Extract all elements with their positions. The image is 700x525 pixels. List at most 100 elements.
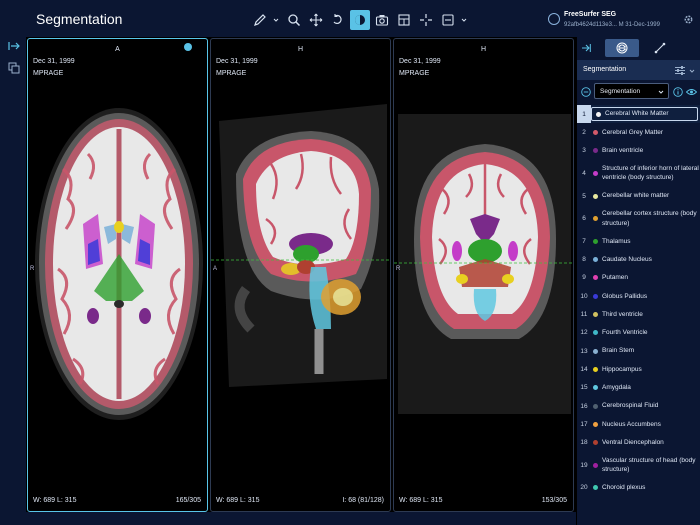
orientation-marker: R	[396, 266, 401, 272]
segment-color-swatch	[593, 238, 598, 244]
segment-color-swatch	[593, 312, 598, 318]
more-tools-dropdown-icon[interactable]	[460, 10, 468, 30]
chevron-down-icon[interactable]	[689, 68, 695, 74]
segment-row[interactable]: 19 Vascular structure of head (body struc…	[577, 452, 700, 479]
segmentation-select[interactable]: Segmentation	[594, 83, 669, 99]
segment-color-swatch	[593, 257, 598, 263]
segment-row[interactable]: 3 Brain ventricle	[577, 142, 700, 160]
segment-row[interactable]: 12 Fourth Ventricle	[577, 324, 700, 342]
segment-row[interactable]: 5 Cerebellar white matter	[577, 187, 700, 205]
study-info[interactable]: FreeSurfer SEG 92afb4624d113e3... M 31-D…	[548, 8, 676, 32]
more-tools-icon[interactable]	[438, 10, 458, 30]
layout-icon[interactable]	[394, 10, 414, 30]
segmentation-panel: Segmentation Segmentation 1 Cerebral Whit…	[577, 37, 700, 525]
segment-number: 17	[580, 420, 588, 428]
camera-icon[interactable]	[372, 10, 392, 30]
segment-label-box: Third ventricle	[591, 310, 643, 319]
pencil-dropdown-icon[interactable]	[272, 10, 280, 30]
segment-label-box: Cerebellar cortex structure (body struct…	[591, 209, 700, 228]
segment-number: 7	[582, 237, 586, 245]
segment-number: 14	[580, 365, 588, 373]
segment-number: 9	[582, 274, 586, 282]
left-toolbar	[0, 37, 26, 525]
measurement-tab-icon	[654, 42, 666, 54]
viewport-orientation-label: H	[480, 46, 487, 53]
segment-row[interactable]: 11 Third ventricle	[577, 305, 700, 323]
segmentation-header[interactable]: Segmentation	[577, 60, 700, 80]
segment-label-box: Fourth Ventricle	[591, 328, 648, 337]
segment-name: Cerebral Grey Matter	[602, 128, 664, 136]
tab-segmentation[interactable]	[605, 39, 639, 57]
segment-row[interactable]: 7 Thalamus	[577, 232, 700, 250]
segment-row[interactable]: 6 Cerebellar cortex structure (body struc…	[577, 205, 700, 232]
segment-row[interactable]: 16 Cerebrospinal Fluid	[577, 397, 700, 415]
segment-color-swatch	[593, 440, 598, 446]
crosshair-icon[interactable]	[416, 10, 436, 30]
segment-color-swatch	[593, 366, 598, 372]
orientation-marker: R	[30, 266, 35, 272]
segment-name: Brain ventricle	[602, 147, 644, 155]
segment-number: 10	[580, 292, 588, 300]
segment-row[interactable]: 4 Structure of inferior horn of lateral v…	[577, 160, 700, 187]
segment-row[interactable]: 18 Ventral Diencephalon	[577, 433, 700, 451]
segment-name: Brain Stem	[602, 347, 635, 355]
segment-color-swatch	[593, 216, 598, 222]
gear-icon[interactable]	[683, 14, 694, 25]
contrast-icon[interactable]	[350, 10, 370, 30]
segment-label-box: Cerebral Grey Matter	[591, 128, 663, 137]
segment-name: Cerebellar cortex structure (body struct…	[602, 210, 697, 227]
segment-row[interactable]: 10 Globus Pallidus	[577, 287, 700, 305]
segment-number: 18	[580, 439, 588, 447]
segment-label-box: Hippocampus	[591, 365, 642, 374]
settings-sliders-icon[interactable]	[675, 66, 685, 75]
segment-label-box: Brain ventricle	[591, 146, 643, 155]
rotate-icon[interactable]	[328, 10, 348, 30]
segment-row[interactable]: 1 Cerebral White Matter	[577, 105, 700, 124]
viewport-date: Dec 31, 1999	[216, 58, 258, 65]
slice-index: 165/305	[175, 497, 201, 504]
segment-label-box: Caudate Nucleus	[591, 255, 652, 264]
segment-row[interactable]: 20 Choroid plexus	[577, 479, 700, 497]
segment-name: Caudate Nucleus	[602, 255, 652, 263]
segment-number: 5	[582, 192, 586, 200]
viewport-axial[interactable]: A Dec 31, 1999 MPRAGE R W: 689 L: 315 16…	[27, 38, 208, 512]
segment-row[interactable]: 2 Cerebral Grey Matter	[577, 123, 700, 141]
segment-name: Ventral Diencephalon	[602, 438, 664, 446]
panel-tabs	[577, 37, 700, 59]
window-level: W: 689 L: 315	[33, 497, 77, 504]
pencil-icon[interactable]	[250, 10, 270, 30]
chevron-down-icon	[658, 90, 664, 94]
segment-number: 20	[580, 484, 588, 492]
segment-row[interactable]: 13 Brain Stem	[577, 342, 700, 360]
segment-row[interactable]: 17 Nucleus Accumbens	[577, 415, 700, 433]
info-icon[interactable]	[673, 87, 683, 97]
segment-color-swatch	[593, 193, 598, 199]
segment-color-swatch	[593, 403, 598, 409]
segment-row[interactable]: 9 Putamen	[577, 269, 700, 287]
remove-icon[interactable]	[581, 87, 591, 97]
app-title: Segmentation	[36, 11, 123, 27]
viewport-series: MPRAGE	[216, 70, 247, 77]
segment-row[interactable]: 15 Amygdala	[577, 379, 700, 397]
segment-name: Putamen	[602, 274, 629, 282]
segmentation-tab-icon	[616, 42, 628, 54]
segment-label-box: Globus Pallidus	[591, 292, 647, 301]
viewport-series: MPRAGE	[33, 70, 64, 77]
viewport-sagittal[interactable]: H Dec 31, 1999 MPRAGE A W: 689 L: 315 I:…	[210, 38, 391, 512]
segment-color-swatch	[593, 275, 598, 281]
segment-name: Globus Pallidus	[602, 292, 648, 300]
tab-measurements[interactable]	[643, 39, 677, 57]
segment-row[interactable]: 8 Caudate Nucleus	[577, 250, 700, 268]
segment-label-box: Ventral Diencephalon	[591, 438, 664, 447]
segment-number: 4	[582, 169, 586, 177]
segment-label-box: Nucleus Accumbens	[591, 420, 661, 429]
viewport-coronal[interactable]: H Dec 31, 1999 MPRAGE R W: 689 L: 315 15…	[393, 38, 574, 512]
series-icon[interactable]	[8, 62, 20, 74]
expand-arrow-icon[interactable]	[8, 40, 20, 52]
segment-name: Structure of inferior horn of lateral ve…	[602, 164, 699, 182]
pan-icon[interactable]	[306, 10, 326, 30]
zoom-icon[interactable]	[284, 10, 304, 30]
segment-row[interactable]: 14 Hippocampus	[577, 360, 700, 378]
eye-icon[interactable]	[686, 88, 697, 96]
collapse-panel-icon[interactable]	[579, 39, 593, 57]
